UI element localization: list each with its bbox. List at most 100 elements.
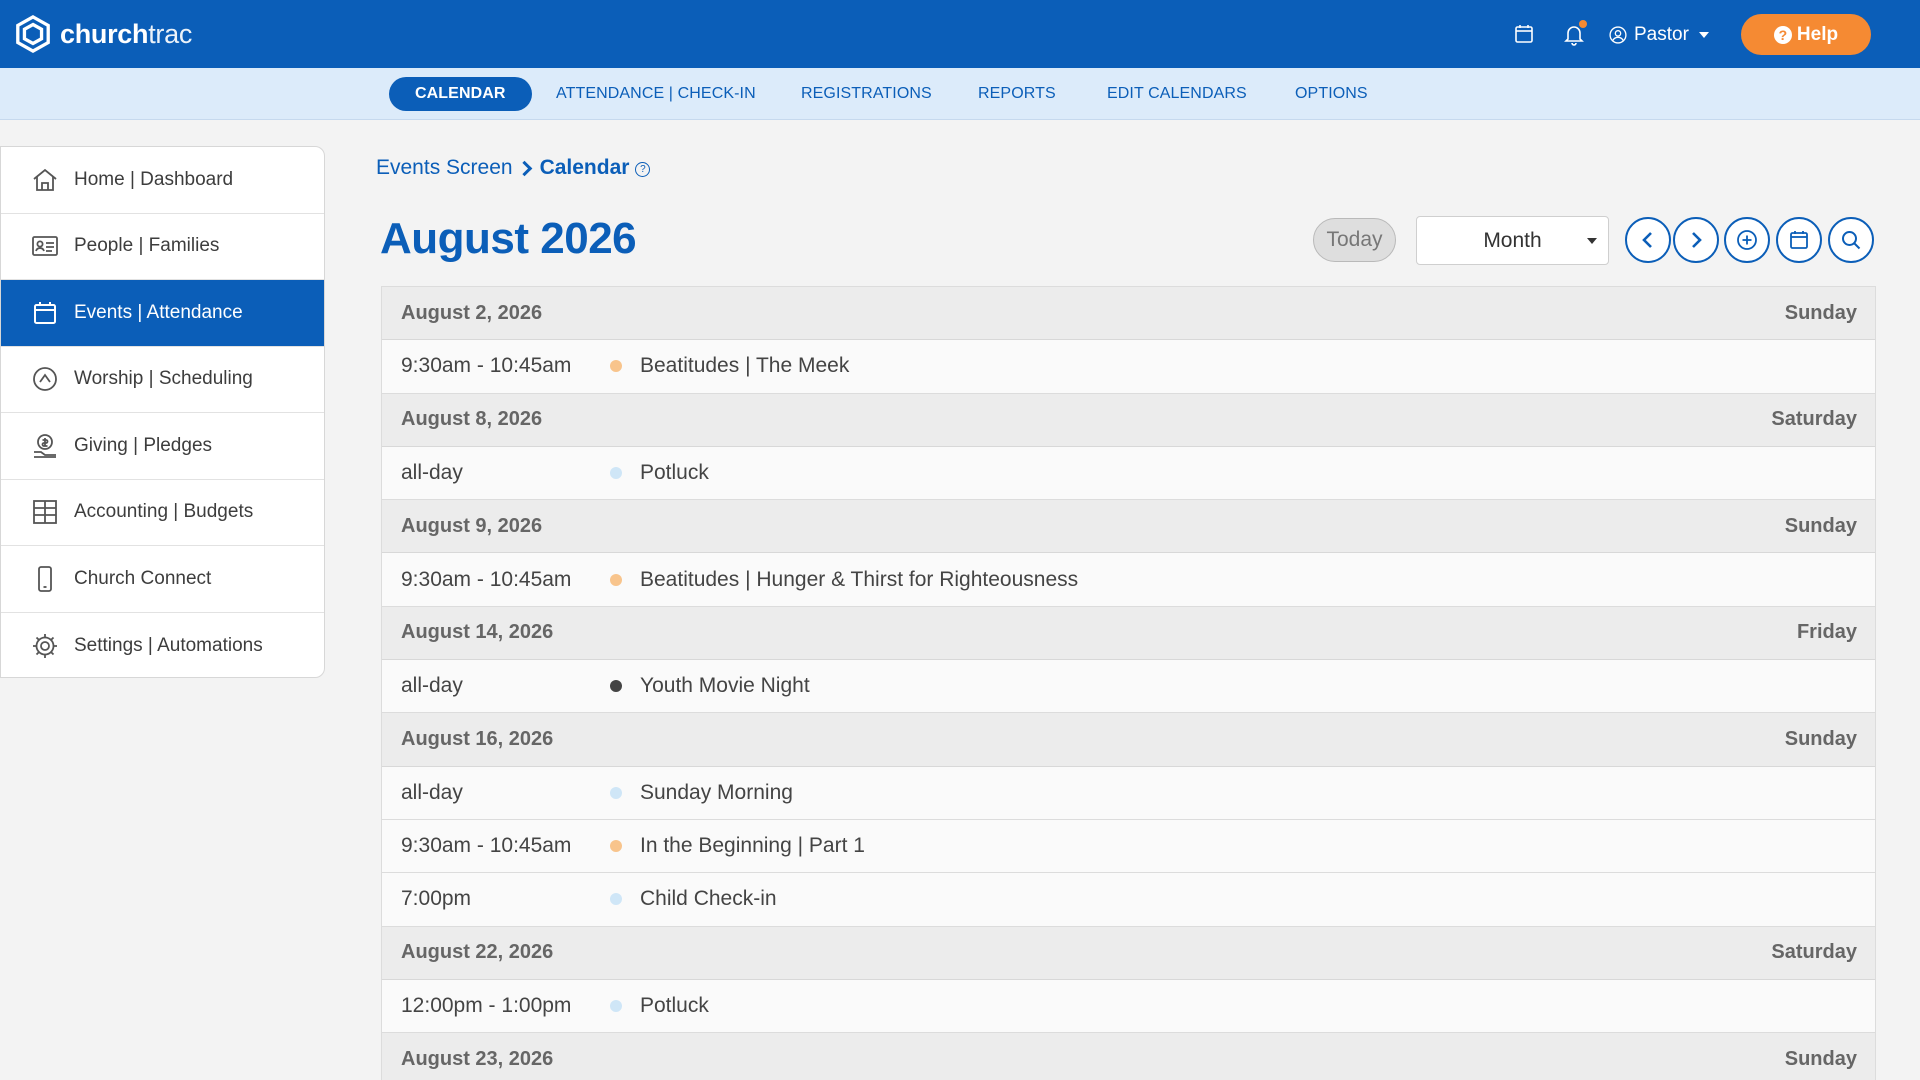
- event-title: Potluck: [640, 461, 709, 485]
- date-header-row: August 22, 2026 Saturday: [382, 926, 1875, 980]
- tab-registrations[interactable]: REGISTRATIONS: [775, 77, 958, 111]
- help-question-icon[interactable]: ?: [635, 162, 651, 177]
- logo-text: churchtrac: [60, 18, 193, 49]
- event-time: all-day: [401, 780, 463, 804]
- date-header-row: August 8, 2026 Saturday: [382, 393, 1875, 447]
- sidebar-item-events[interactable]: Events | Attendance: [1, 280, 324, 347]
- sidebar-item-church-connect[interactable]: Church Connect: [1, 546, 324, 613]
- weekday-label: Friday: [1796, 621, 1857, 644]
- chevron-left-icon: [1642, 232, 1652, 248]
- today-button[interactable]: Today: [1313, 218, 1396, 262]
- event-row[interactable]: 7:00pm Child Check-in: [382, 873, 1875, 927]
- churchtrac-logo[interactable]: churchtrac: [14, 14, 192, 54]
- event-title: Beatitudes | Hunger & Thirst for Righteo…: [640, 567, 1079, 591]
- event-row[interactable]: 9:30am - 10:45am In the Beginning | Part …: [382, 819, 1875, 874]
- next-button[interactable]: [1673, 217, 1719, 263]
- breadcrumb-current: Calendar: [539, 156, 630, 179]
- event-title: In the Beginning | Part 1: [640, 834, 865, 858]
- date-header-row: August 14, 2026 Friday: [382, 606, 1875, 661]
- help-label: Help: [1796, 23, 1839, 45]
- date-header-row: August 23, 2026 Sunday: [382, 1033, 1875, 1080]
- event-row[interactable]: all-day Potluck: [382, 446, 1875, 501]
- user-circle-icon: [1609, 26, 1627, 44]
- event-color-dot: [610, 680, 622, 693]
- event-color-dot: [610, 467, 622, 480]
- sidebar-item-label: Giving | Pledges: [74, 434, 213, 456]
- sidebar-item-label: Settings | Automations: [74, 634, 263, 656]
- date-label: August 14, 2026: [401, 621, 554, 644]
- bell-icon[interactable]: [1562, 20, 1587, 46]
- event-color-dot: [610, 1000, 622, 1012]
- event-list: August 2, 2026 Sunday 9:30am - 10:45am Beat…: [381, 286, 1876, 1080]
- date-picker-button[interactable]: [1776, 217, 1822, 263]
- event-time: 7:00pm: [401, 887, 472, 911]
- event-row[interactable]: all-day Youth Movie Night: [382, 660, 1875, 714]
- module-tabs: CALENDAR ATTENDANCE | CHECK-IN REGISTRAT…: [0, 68, 1920, 120]
- tab-options[interactable]: OPTIONS: [1269, 77, 1394, 111]
- date-label: August 2, 2026: [401, 301, 543, 324]
- id-card-icon: [31, 232, 59, 260]
- add-event-button[interactable]: [1724, 217, 1770, 263]
- sidebar-item-label: Home | Dashboard: [74, 168, 234, 190]
- sidebar-item-label: Worship | Scheduling: [74, 368, 253, 390]
- home-icon: [31, 166, 59, 194]
- tab-calendar[interactable]: CALENDAR: [389, 77, 532, 111]
- help-button[interactable]: ? Help: [1741, 14, 1871, 55]
- calendar-shortcut-icon[interactable]: [1512, 22, 1536, 46]
- date-label: August 9, 2026: [401, 514, 543, 537]
- event-row[interactable]: 9:30am - 10:45am Beatitudes | Hunger & Th…: [382, 553, 1875, 607]
- sidebar-item-home[interactable]: Home | Dashboard: [1, 147, 324, 214]
- event-row[interactable]: 9:30am - 10:45am Beatitudes | The Meek: [382, 340, 1875, 394]
- event-color-dot: [610, 840, 622, 853]
- user-name: Pastor: [1634, 24, 1689, 45]
- view-select-value: Month: [1483, 228, 1542, 252]
- date-label: August 22, 2026: [401, 941, 554, 964]
- previous-button[interactable]: [1625, 217, 1671, 263]
- tab-reports[interactable]: REPORTS: [952, 77, 1082, 111]
- date-label: August 16, 2026: [401, 728, 554, 751]
- event-time: 9:30am - 10:45am: [401, 567, 572, 591]
- sidebar-item-label: Accounting | Budgets: [74, 501, 254, 523]
- giving-icon: [31, 432, 59, 460]
- event-color-dot: [610, 786, 622, 799]
- chevron-down-icon: [1698, 32, 1709, 38]
- event-title: Youth Movie Night: [640, 674, 810, 698]
- event-color-dot: [610, 573, 622, 586]
- sidebar-item-accounting[interactable]: Accounting | Budgets: [1, 480, 324, 546]
- breadcrumb: Events Screen Calendar ?: [376, 156, 651, 180]
- date-header-row: August 2, 2026 Sunday: [382, 287, 1875, 341]
- search-button[interactable]: [1828, 217, 1874, 263]
- event-time: 9:30am - 10:45am: [401, 834, 572, 858]
- plus-circle-icon: [1737, 230, 1757, 250]
- user-menu[interactable]: Pastor: [1608, 22, 1709, 48]
- view-select[interactable]: Month: [1416, 216, 1609, 265]
- phone-icon: [31, 565, 59, 593]
- sidebar-item-worship[interactable]: Worship | Scheduling: [1, 347, 324, 413]
- sidebar-item-people[interactable]: People | Families: [1, 214, 324, 280]
- worship-icon: [31, 365, 59, 393]
- event-row[interactable]: all-day Sunday Morning: [382, 766, 1875, 820]
- weekday-label: Sunday: [1784, 514, 1857, 537]
- weekday-label: Saturday: [1771, 408, 1857, 431]
- search-icon: [1842, 231, 1861, 250]
- sidebar-item-giving[interactable]: Giving | Pledges: [1, 413, 324, 480]
- sidebar-item-label: Church Connect: [74, 567, 212, 589]
- event-row[interactable]: 12:00pm - 1:00pm Potluck: [382, 979, 1875, 1034]
- tab-attendance-check-in[interactable]: ATTENDANCE | CHECK-IN: [530, 77, 782, 111]
- question-icon: ?: [1773, 25, 1792, 44]
- tab-edit-calendars[interactable]: EDIT CALENDARS: [1081, 77, 1273, 111]
- breadcrumb-parent-link[interactable]: Events Screen: [376, 156, 513, 180]
- sidebar-item-settings[interactable]: Settings | Automations: [1, 613, 324, 678]
- event-time: all-day: [401, 674, 463, 698]
- calendar-icon: [1790, 231, 1808, 249]
- sidebar-item-label: People | Families: [74, 235, 220, 257]
- gear-icon: [31, 632, 59, 660]
- notification-dot: [1579, 20, 1587, 28]
- grid-icon: [31, 498, 59, 526]
- calendar-icon: [31, 299, 59, 327]
- weekday-label: Sunday: [1784, 728, 1857, 751]
- sidebar: Home | Dashboard People | Families Event…: [0, 146, 325, 678]
- event-time: 9:30am - 10:45am: [401, 354, 572, 378]
- logo-icon: [16, 15, 50, 53]
- date-header-row: August 9, 2026 Sunday: [382, 500, 1875, 554]
